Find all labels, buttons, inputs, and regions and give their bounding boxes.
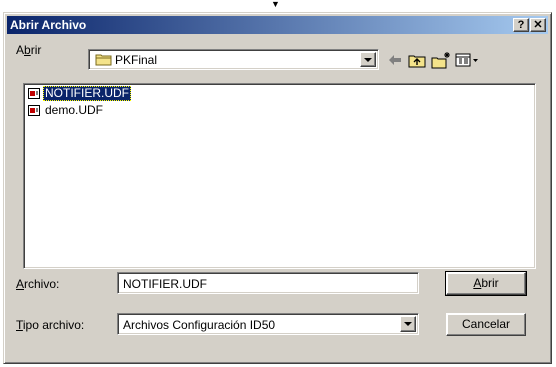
file-name: demo.UDF [45, 103, 104, 117]
filetype-label: Tipo archivo: [16, 318, 84, 332]
file-list[interactable]: NOTIFIER.UDF demo.UDF [23, 83, 536, 269]
filename-label-mnemonic: A [16, 277, 25, 291]
filetype-label-mnemonic: T [16, 318, 23, 332]
filetype-label-rest: ipo archivo: [22, 318, 85, 332]
view-menu-icon[interactable] [454, 51, 480, 69]
folder-icon [95, 54, 112, 66]
open-file-dialog: Abrir Archivo ? ✕ Abrir PKFinal NOTIFIER… [3, 12, 552, 364]
filename-label-rest: rchivo: [24, 277, 60, 291]
dialog-title: Abrir Archivo [10, 18, 87, 32]
filename-input-value: NOTIFIER.UDF [123, 277, 207, 291]
file-icon [28, 88, 40, 99]
look-in-combobox[interactable]: PKFinal [88, 49, 379, 70]
look-in-label-prefix: A [16, 43, 25, 57]
title-bar[interactable]: Abrir Archivo ? ✕ [7, 16, 548, 34]
pointer-arrow-icon: ▼ [271, 0, 280, 9]
open-button[interactable]: Abrir [445, 271, 527, 296]
file-name: NOTIFIER.UDF [43, 86, 131, 101]
look-in-label: Abrir [16, 43, 41, 57]
look-in-label-mnemonic: b [24, 43, 31, 57]
cancel-button[interactable]: Cancelar [446, 313, 526, 336]
help-button[interactable]: ? [513, 18, 529, 32]
open-button-label: brir [481, 276, 499, 290]
filetype-select[interactable]: Archivos Configuración ID50 [117, 313, 419, 335]
filename-label: Archivo: [16, 277, 59, 291]
back-arrow-icon[interactable] [384, 51, 406, 69]
filename-input[interactable]: NOTIFIER.UDF [117, 272, 419, 294]
file-icon [28, 105, 40, 116]
filetype-dropdown-arrow[interactable] [400, 316, 416, 332]
look-in-folder-name: PKFinal [115, 53, 158, 67]
new-folder-icon[interactable] [430, 51, 452, 69]
look-in-dropdown-arrow[interactable] [360, 52, 376, 67]
folder-up-icon[interactable] [406, 51, 428, 69]
filetype-select-value: Archivos Configuración ID50 [123, 318, 276, 332]
look-in-label-suffix: rir [30, 43, 42, 57]
close-button[interactable]: ✕ [530, 18, 546, 32]
